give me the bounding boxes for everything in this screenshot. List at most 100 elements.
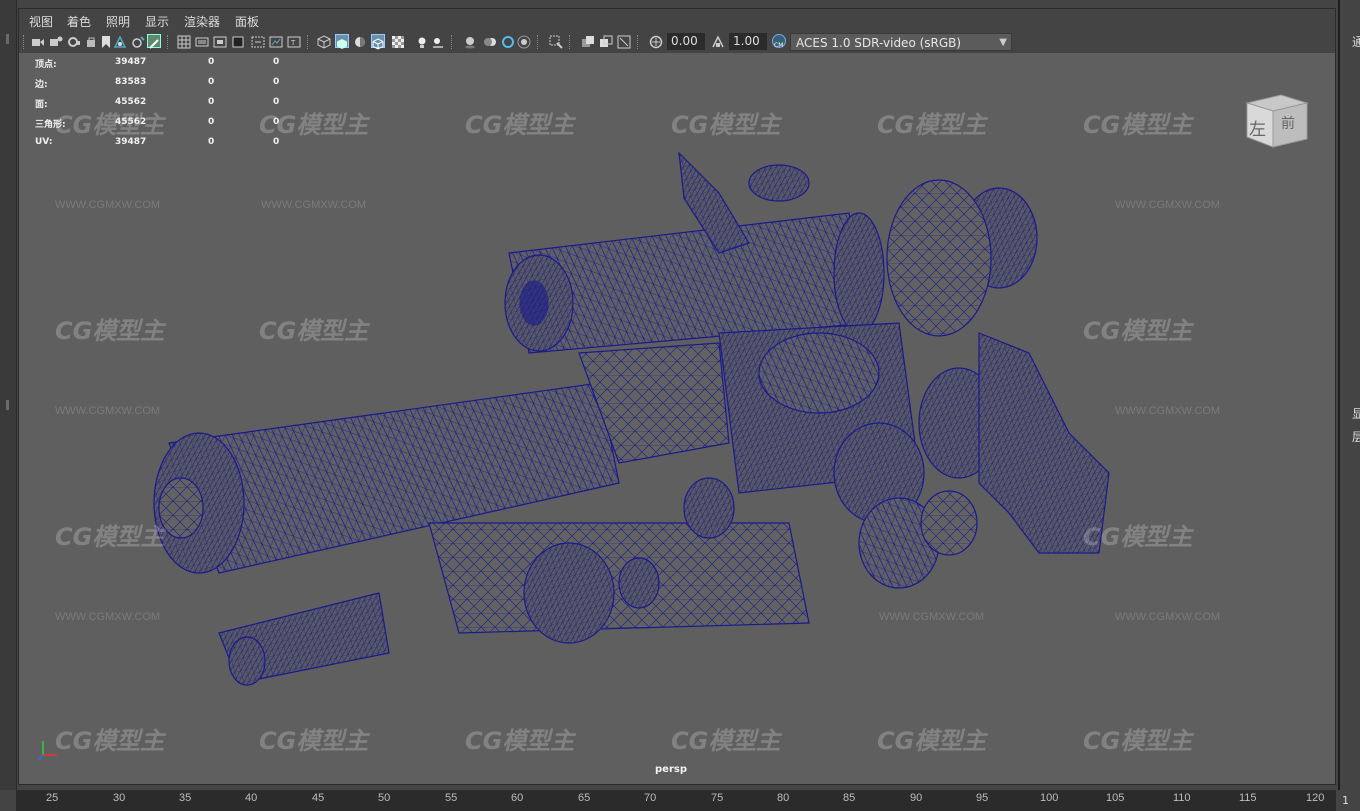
textured-icon[interactable] (391, 34, 405, 48)
time-tick: 75 (711, 792, 724, 804)
viewport-panel: 视图 着色 照明 显示 渲染器 面板 T 0.00 1.00 CM ACES 1… (18, 8, 1336, 785)
camera-attributes-icon[interactable] (49, 34, 63, 48)
watermark-url: WWW.CGMXW.COM (1115, 405, 1221, 417)
wireframe-model[interactable] (19, 53, 1335, 784)
watermark-logo: CG模型主 (465, 727, 575, 755)
depth-of-field-icon[interactable] (517, 34, 531, 49)
menu-panels[interactable]: 面板 (235, 13, 259, 30)
color-management-icon[interactable]: CM (772, 34, 786, 49)
gamma-icon[interactable] (711, 34, 725, 48)
menu-show[interactable]: 显示 (145, 13, 169, 30)
time-tick: 60 (511, 792, 524, 804)
watermark-logo: CG模型主 (55, 523, 165, 551)
wireframe-icon[interactable] (317, 34, 331, 49)
viewcube-front-label[interactable]: 前 (1281, 113, 1295, 133)
camera-select-icon[interactable] (31, 34, 45, 48)
time-slider[interactable]: 25 30 35 40 45 50 55 60 65 70 75 80 85 9… (16, 790, 1336, 811)
time-tick: 100 (1040, 792, 1059, 804)
right-panel-label[interactable]: 通 (1352, 33, 1360, 50)
watermark-logo: CG模型主 (55, 111, 165, 139)
time-tick: 95 (976, 792, 989, 804)
exposure-icon[interactable] (649, 34, 663, 49)
time-tick: 35 (179, 792, 192, 804)
shadows-icon[interactable] (431, 34, 445, 48)
toolbar-separator (637, 35, 640, 49)
camera-lock-icon[interactable] (85, 34, 99, 48)
time-tick: 25 (46, 792, 59, 804)
view-cube[interactable]: 左 前 (1243, 91, 1311, 151)
time-tick: 40 (245, 792, 258, 804)
toolbar-separator (167, 35, 170, 49)
watermark-url: WWW.CGMXW.COM (1115, 199, 1221, 211)
field-chart-icon[interactable] (251, 34, 265, 48)
chevron-down-icon: ▼ (999, 37, 1007, 48)
watermark-logo: CG模型主 (877, 111, 987, 139)
watermark-url: WWW.CGMXW.COM (55, 199, 161, 211)
time-tick: 80 (777, 792, 790, 804)
exposure-field[interactable]: 0.00 (667, 33, 705, 50)
color-transform-dropdown[interactable]: ACES 1.0 SDR-video (sRGB) ▼ (790, 33, 1012, 51)
grease-pencil-icon[interactable] (147, 34, 161, 49)
watermark-logo: CG模型主 (55, 727, 165, 755)
grid-icon[interactable] (177, 34, 191, 49)
camera-lock-icon[interactable] (67, 34, 81, 48)
time-tick: 50 (378, 792, 391, 804)
gamma-field[interactable]: 1.00 (729, 33, 767, 50)
toolbar-separator (307, 35, 310, 49)
left-toolbox-strip (0, 0, 17, 790)
wireframe-on-shaded-icon[interactable] (371, 34, 385, 50)
watermark-url: WWW.CGMXW.COM (879, 611, 985, 623)
film-gate-icon[interactable] (195, 34, 209, 48)
watermark-logo: CG模型主 (1083, 111, 1193, 139)
smooth-shade-icon[interactable] (335, 34, 349, 49)
time-tick: 105 (1106, 792, 1125, 804)
right-side-panel: 通 显 层 (1338, 0, 1360, 790)
bookmark-icon[interactable] (99, 34, 113, 48)
watermark-url: WWW.CGMXW.COM (55, 611, 161, 623)
watermark-logo: CG模型主 (671, 727, 781, 755)
toolbar-separator (569, 35, 572, 49)
time-tick: 85 (843, 792, 856, 804)
strip-handle[interactable] (6, 400, 9, 410)
backface-culling-icon[interactable] (617, 34, 631, 49)
panel-toolbar: T 0.00 1.00 CM ACES 1.0 SDR-video (sRGB)… (19, 31, 1335, 54)
watermark-logo: CG模型主 (1083, 317, 1193, 345)
maya-window: 视图 着色 照明 显示 渲染器 面板 T 0.00 1.00 CM ACES 1… (0, 0, 1360, 811)
motion-blur-icon[interactable] (483, 34, 497, 48)
panel-menu-bar: 视图 着色 照明 显示 渲染器 面板 (19, 9, 1335, 31)
two-d-pan-icon[interactable] (131, 34, 145, 48)
resolution-gate-icon[interactable] (213, 34, 227, 48)
viewcube-left-label[interactable]: 左 (1249, 115, 1266, 140)
time-tick: 70 (644, 792, 657, 804)
3d-viewport[interactable]: 顶点: 39487 0 0 边: 83583 0 0 面: 45562 0 0 … (19, 53, 1335, 784)
time-tick: 30 (113, 792, 126, 804)
time-tick: 45 (312, 792, 325, 804)
toolbar-separator (23, 35, 26, 49)
right-panel-label[interactable]: 显 (1352, 405, 1360, 422)
axis-gizmo (38, 741, 57, 761)
anti-aliasing-icon[interactable] (501, 34, 515, 48)
right-panel-label[interactable]: 层 (1352, 428, 1360, 445)
xray-joints-icon[interactable] (599, 34, 613, 48)
svg-text:CM: CM (774, 42, 783, 49)
current-frame-box[interactable]: 1 (1336, 790, 1360, 811)
safe-title-icon[interactable]: T (287, 34, 301, 48)
image-plane-icon[interactable] (113, 34, 127, 48)
menu-view[interactable]: 视图 (29, 13, 53, 30)
watermark-url: WWW.CGMXW.COM (55, 405, 161, 417)
menu-lighting[interactable]: 照明 (106, 13, 130, 30)
xray-icon[interactable] (581, 34, 595, 48)
menu-shading[interactable]: 着色 (67, 13, 91, 30)
strip-handle[interactable] (6, 34, 9, 44)
watermark-logo: CG模型主 (1083, 727, 1193, 755)
safe-action-icon[interactable] (269, 34, 283, 48)
watermark-logo: CG模型主 (1083, 523, 1193, 551)
isolate-select-icon[interactable] (549, 34, 563, 49)
lighting-icon[interactable] (415, 34, 429, 48)
menu-renderer[interactable]: 渲染器 (184, 13, 220, 30)
gate-mask-icon[interactable] (231, 34, 245, 48)
toolbar-separator (451, 35, 454, 49)
default-material-icon[interactable] (353, 34, 367, 48)
color-transform-value: ACES 1.0 SDR-video (sRGB) (796, 36, 962, 50)
screen-space-ao-icon[interactable] (463, 34, 477, 49)
